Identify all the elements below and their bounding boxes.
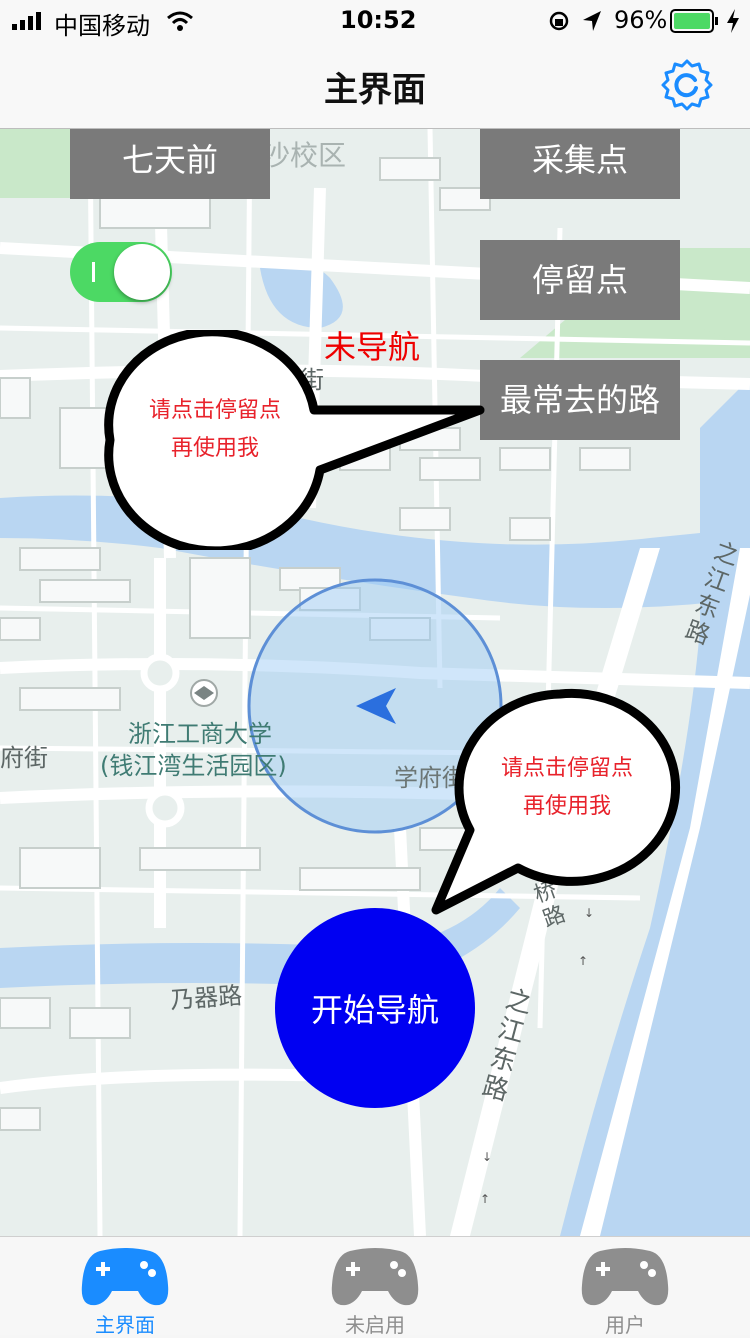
stay-points-button[interactable]: 停留点 [480, 240, 680, 320]
map-label-university-campus: (钱江湾生活园区) [100, 752, 287, 780]
tab-disabled[interactable]: 未启用 [250, 1237, 500, 1337]
map-label-university: 浙江工商大学 [128, 720, 272, 748]
hint-line-1: 请点击停留点 [148, 398, 281, 423]
hint-line-2: 再使用我 [170, 436, 259, 461]
wifi-icon [167, 11, 193, 31]
map-label-campus: 沙校区 [262, 139, 347, 172]
collection-points-button[interactable]: 采集点 [480, 128, 680, 199]
layer-toggle-switch[interactable] [70, 242, 172, 302]
tab-user[interactable]: 用户 [500, 1237, 750, 1337]
hint-bubble-bottom-text: 请点击停留点 再使用我 [482, 750, 652, 826]
clock-time: 10:52 [340, 6, 417, 34]
location-arrow-icon [583, 11, 601, 31]
settings-gear-icon[interactable] [660, 58, 714, 112]
gamepad-icon [331, 1248, 419, 1306]
gamepad-icon [81, 1248, 169, 1306]
seven-days-ago-button[interactable]: 七天前 [70, 128, 270, 199]
road-direction-arrow: ↓ [482, 1150, 493, 1164]
hint-line-1: 请点击停留点 [500, 756, 633, 781]
start-navigation-button[interactable]: 开始导航 [275, 908, 475, 1108]
battery-icon [670, 9, 718, 33]
tab-main[interactable]: 主界面 [0, 1237, 250, 1337]
orientation-lock-icon [549, 11, 569, 31]
map-label-street-left: 府街 [0, 744, 48, 772]
map-label-naiqi-road: 乃器路 [169, 981, 244, 1015]
hint-bubble-top-text: 请点击停留点 再使用我 [130, 392, 300, 468]
road-direction-arrow: ↑ [578, 954, 589, 968]
road-direction-arrow: ↑ [480, 1192, 491, 1206]
page-title: 主界面 [324, 70, 426, 110]
status-bar: 中国移动 10:52 96% [0, 0, 750, 40]
carrier-name: 中国移动 [54, 12, 150, 40]
gamepad-icon [581, 1248, 669, 1306]
navigation-bar: 主界面 [0, 40, 750, 129]
battery-percent: 96% [614, 6, 668, 34]
toggle-knob [114, 244, 170, 300]
tab-bar: 主界面 未启用 用户 [0, 1236, 750, 1337]
hint-line-2: 再使用我 [522, 794, 611, 819]
signal-icon [12, 12, 41, 30]
charging-bolt-icon [727, 9, 739, 33]
toggle-on-indicator [92, 262, 95, 282]
